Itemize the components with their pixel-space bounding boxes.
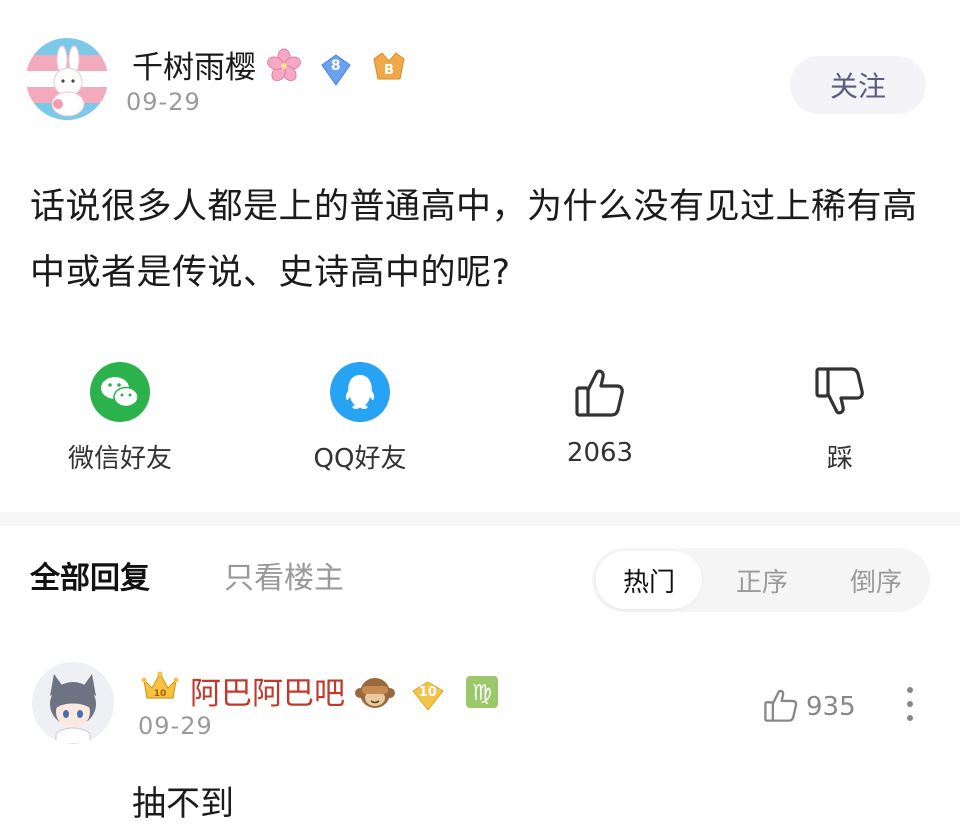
share-qq-button[interactable]: QQ好友	[280, 360, 440, 475]
tab-all-replies[interactable]: 全部回复	[30, 553, 150, 597]
post-body: 话说很多人都是上的普通高中，为什么没有见过上稀有高中或者是传说、史诗高中的呢?	[30, 187, 918, 293]
sort-ascending[interactable]: 正序	[710, 551, 814, 609]
svg-text:♍: ♍	[472, 681, 492, 706]
reply-avatar-image	[32, 662, 114, 744]
reply-date: 09-29	[138, 712, 213, 740]
like-count: 2063	[566, 438, 634, 468]
reply-text: 抽不到	[132, 784, 234, 824]
thumbs-up-icon	[762, 686, 800, 728]
sort-toggle-group: 热门 正序 倒序	[592, 548, 930, 612]
qq-label: QQ好友	[313, 444, 407, 474]
dislike-label: 踩	[826, 444, 853, 474]
follow-button[interactable]: 关注	[790, 56, 926, 114]
thumbs-up-icon	[568, 360, 632, 424]
thumbs-down-icon	[808, 360, 872, 424]
sort-descending[interactable]: 倒序	[824, 551, 928, 609]
reply-like-button[interactable]: 935	[762, 686, 856, 728]
reply-like-count: 935	[806, 692, 856, 722]
more-options-icon[interactable]	[898, 684, 922, 724]
virgo-icon: ♍	[465, 675, 499, 717]
share-wechat-button[interactable]: 微信好友	[40, 360, 200, 475]
svg-text:10: 10	[154, 689, 167, 699]
author-avatar-image	[26, 38, 108, 120]
reply-avatar[interactable]	[32, 662, 114, 744]
svg-text:B: B	[384, 63, 394, 78]
sort-hot[interactable]: 热门	[596, 551, 702, 609]
author-avatar[interactable]	[26, 38, 108, 120]
author-name-row: 千树雨樱 8 B	[132, 42, 408, 92]
reply-author-name[interactable]: 阿巴阿巴吧	[190, 676, 345, 712]
section-divider	[0, 512, 960, 526]
wechat-label: 微信好友	[67, 444, 172, 474]
cherry-blossom-emoji-icon	[266, 48, 302, 92]
like-button[interactable]: 2063	[520, 360, 680, 468]
level-number: 10	[418, 684, 437, 700]
see-no-evil-monkey-icon	[354, 674, 395, 718]
level-diamond-icon: 8	[318, 52, 354, 88]
level-diamond-icon: 10	[409, 679, 447, 713]
member-badge-icon: B	[370, 49, 408, 91]
qq-icon	[328, 360, 392, 424]
crown-icon: 10	[140, 670, 180, 706]
post-date: 09-29	[126, 88, 201, 116]
wechat-icon	[88, 360, 152, 424]
reply-name-row: 阿巴阿巴吧 10 ♍	[190, 668, 499, 718]
author-name[interactable]: 千树雨樱	[132, 50, 256, 86]
tab-op-only[interactable]: 只看楼主	[224, 553, 344, 597]
dislike-button[interactable]: 踩	[760, 360, 920, 475]
level-number: 8	[330, 57, 341, 74]
